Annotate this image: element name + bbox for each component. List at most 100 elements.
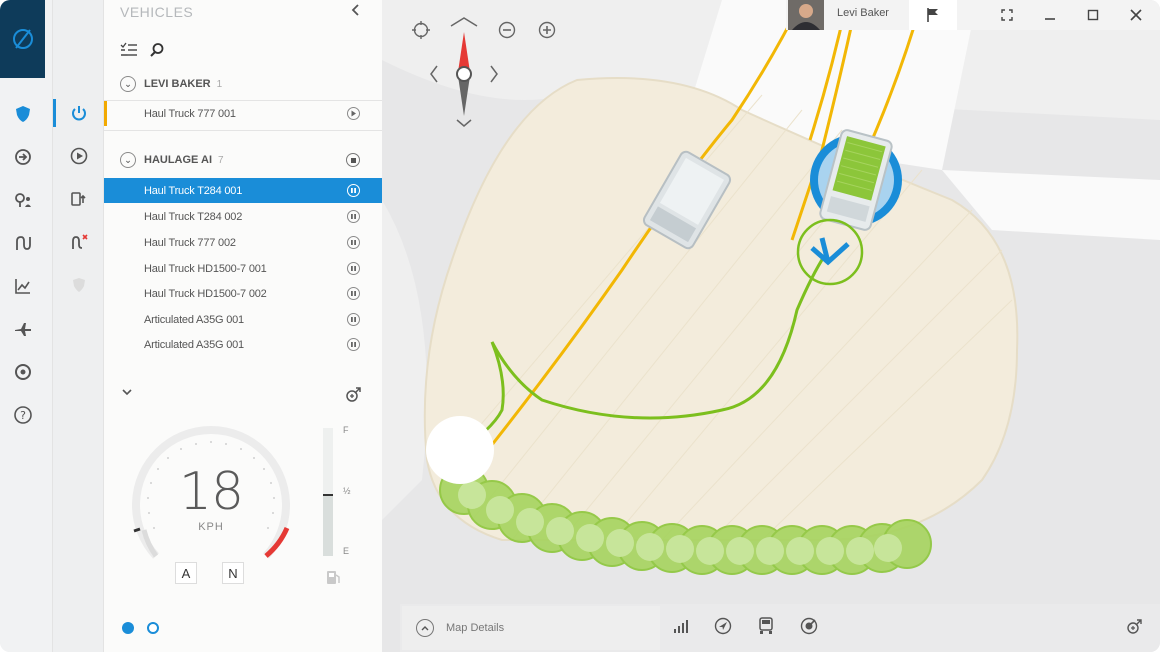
- app-logo[interactable]: [0, 0, 45, 78]
- chevron-down-icon[interactable]: ⌄: [120, 76, 136, 92]
- location-person-icon[interactable]: [10, 187, 36, 213]
- pan-down-icon: [456, 119, 472, 127]
- navigate-icon[interactable]: [713, 616, 733, 636]
- chevron-down-icon: [122, 389, 132, 396]
- list-item[interactable]: Articulated A35G 001: [104, 332, 382, 357]
- avatar[interactable]: [788, 0, 824, 30]
- user-name[interactable]: Levi Baker: [837, 7, 889, 19]
- chevron-down-icon[interactable]: ⌄: [120, 152, 136, 168]
- pause-small-icon[interactable]: [347, 184, 360, 197]
- chevron-left-icon: [351, 4, 359, 16]
- pause-small-icon[interactable]: [347, 236, 360, 249]
- vehicle-tools-rail: [53, 0, 104, 652]
- vehicles-panel: VEHICLES ⌄ LEVI BAKER 1 Haul Truck 777 0…: [104, 0, 382, 652]
- group-header-levi-baker[interactable]: ⌄ LEVI BAKER 1: [120, 74, 222, 94]
- chart-icon[interactable]: [10, 273, 36, 299]
- help-icon[interactable]: ?: [10, 402, 36, 428]
- fuel-level-fill: [323, 494, 333, 556]
- pause-small-icon[interactable]: [347, 338, 360, 351]
- vehicle-name: Haul Truck 777 002: [144, 236, 236, 249]
- vehicle-name: Haul Truck 777 001: [144, 107, 236, 120]
- vehicle-name: Articulated A35G 001: [144, 313, 244, 326]
- vehicle-icon[interactable]: [756, 616, 776, 636]
- speed-unit: KPH: [198, 521, 224, 533]
- list-item[interactable]: Haul Truck 777 002: [104, 230, 382, 255]
- logo-icon: [12, 29, 33, 49]
- dashboard-toggle[interactable]: [120, 385, 134, 400]
- collapse-panel-button[interactable]: [348, 2, 364, 22]
- power-icon[interactable]: [67, 101, 91, 125]
- gear-auto-button[interactable]: A: [175, 562, 197, 584]
- stop-group-icon[interactable]: [346, 153, 360, 167]
- gear-neutral-button[interactable]: N: [222, 562, 244, 584]
- group-count: 1: [216, 78, 223, 90]
- map-area-terrain: [382, 200, 427, 520]
- arrow-circle-icon[interactable]: [10, 144, 36, 170]
- load-point[interactable]: [426, 416, 494, 484]
- play-small-icon[interactable]: [347, 107, 360, 120]
- fuel-gauge: [323, 428, 333, 556]
- page-dot-2[interactable]: [147, 622, 159, 634]
- pan-left-icon: [430, 65, 438, 83]
- divider: [104, 130, 382, 131]
- speed-value: 18: [178, 462, 244, 522]
- route-icon[interactable]: [10, 230, 36, 256]
- fuel-label-half: ½: [343, 486, 351, 496]
- pause-small-icon[interactable]: [347, 313, 360, 326]
- app-window: ? VEHICLES ⌄ LEVI BAKER 1 Haul Truck 777…: [0, 0, 1160, 652]
- filter-list-icon[interactable]: [120, 41, 138, 59]
- list-item[interactable]: Haul Truck 777 001: [104, 101, 382, 126]
- compass-control[interactable]: [429, 16, 499, 132]
- male-add-icon[interactable]: [344, 384, 364, 404]
- group-header-haulage-ai[interactable]: ⌄ HAULAGE AI 7: [120, 150, 224, 170]
- map-details-toggle[interactable]: Map Details: [402, 606, 660, 650]
- search-icon[interactable]: [148, 41, 166, 59]
- pause-small-icon[interactable]: [347, 210, 360, 223]
- shield-disabled-icon: [67, 273, 91, 297]
- vehicle-name: Haul Truck T284 001: [144, 184, 243, 197]
- vehicle-name: Haul Truck HD1500-7 001: [144, 262, 267, 275]
- group-count: 7: [218, 154, 224, 166]
- pan-right-icon: [490, 65, 498, 83]
- minimize-icon[interactable]: [1040, 5, 1060, 25]
- gps-icon[interactable]: [799, 616, 819, 636]
- active-indicator: [53, 99, 56, 127]
- truck-upload-icon[interactable]: [67, 187, 91, 211]
- chevron-up-icon: [416, 619, 434, 637]
- vehicle-name: Haul Truck HD1500-7 002: [144, 287, 267, 300]
- fuel-label-empty: E: [343, 546, 350, 556]
- fuel-level-marker: [323, 493, 333, 496]
- map-details-label: Map Details: [446, 622, 505, 634]
- fuel-label-full: F: [343, 425, 349, 435]
- vehicle-name: Haul Truck T284 002: [144, 210, 243, 223]
- aircraft-icon[interactable]: [10, 316, 36, 342]
- vehicle-name: Articulated A35G 001: [144, 338, 244, 351]
- maximize-icon[interactable]: [1083, 5, 1103, 25]
- page-dot-1[interactable]: [122, 622, 134, 634]
- list-item[interactable]: Haul Truck T284 002: [104, 204, 382, 229]
- main-nav-rail: ?: [0, 0, 53, 652]
- pause-small-icon[interactable]: [347, 262, 360, 275]
- close-icon[interactable]: [1126, 5, 1146, 25]
- panel-title: VEHICLES: [120, 4, 194, 20]
- play-icon[interactable]: [67, 144, 91, 168]
- male-add-icon[interactable]: [1125, 616, 1145, 636]
- list-item[interactable]: Haul Truck HD1500-7 002: [104, 281, 382, 306]
- group-name: LEVI BAKER: [144, 78, 211, 90]
- pause-small-icon[interactable]: [347, 287, 360, 300]
- shield-icon[interactable]: [10, 101, 36, 127]
- list-item-selected[interactable]: Haul Truck T284 001: [104, 178, 382, 203]
- fuel-pump-icon: [327, 571, 340, 584]
- list-item[interactable]: Articulated A35G 001: [104, 307, 382, 332]
- zoom-in-icon[interactable]: [535, 18, 559, 42]
- fullscreen-icon[interactable]: [997, 5, 1017, 25]
- svg-text:?: ?: [20, 409, 26, 422]
- pan-up-icon: [450, 17, 478, 27]
- settings-icon[interactable]: [10, 359, 36, 385]
- group-name: HAULAGE AI: [144, 154, 213, 166]
- panel-toolbar: [120, 40, 166, 60]
- route-alert-icon[interactable]: [67, 230, 91, 254]
- flag-icon[interactable]: [909, 0, 957, 30]
- list-item[interactable]: Haul Truck HD1500-7 001: [104, 256, 382, 281]
- signal-icon[interactable]: [671, 616, 691, 636]
